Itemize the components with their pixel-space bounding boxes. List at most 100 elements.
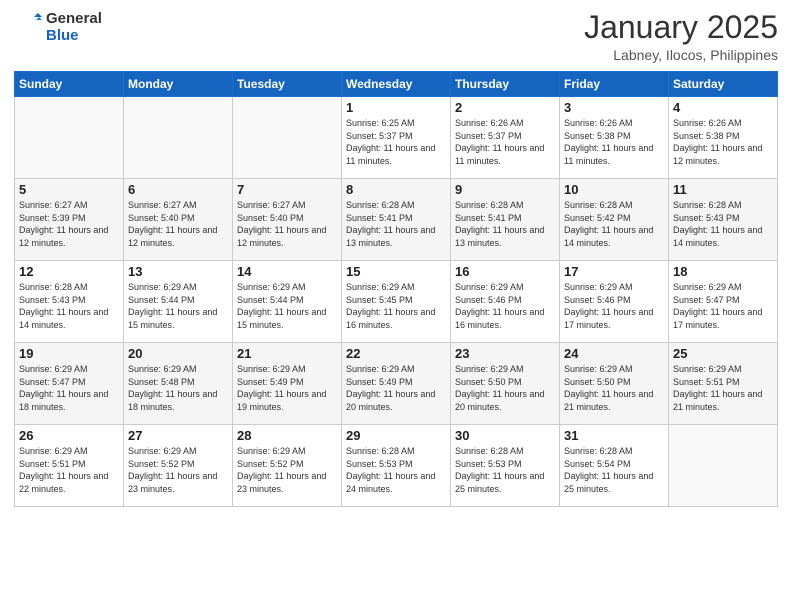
day-info: Sunrise: 6:29 AM Sunset: 5:45 PM Dayligh… [346, 281, 446, 331]
day-number: 30 [455, 428, 555, 443]
day-number: 14 [237, 264, 337, 279]
day-number: 12 [19, 264, 119, 279]
week-row-3: 12 Sunrise: 6:28 AM Sunset: 5:43 PM Dayli… [15, 261, 778, 343]
day-cell-11: 11 Sunrise: 6:28 AM Sunset: 5:43 PM Dayli… [669, 179, 778, 261]
day-info: Sunrise: 6:29 AM Sunset: 5:52 PM Dayligh… [237, 445, 337, 495]
day-cell-3: 3 Sunrise: 6:26 AM Sunset: 5:38 PM Daylig… [560, 97, 669, 179]
day-info: Sunrise: 6:29 AM Sunset: 5:48 PM Dayligh… [128, 363, 228, 413]
logo: General Blue [14, 10, 102, 45]
day-info: Sunrise: 6:26 AM Sunset: 5:38 PM Dayligh… [564, 117, 664, 167]
week-row-4: 19Sunrise: 6:29 AM Sunset: 5:47 PM Dayli… [15, 343, 778, 425]
day-cell-2: 2 Sunrise: 6:26 AM Sunset: 5:37 PM Daylig… [451, 97, 560, 179]
day-cell-22: 22 Sunrise: 6:29 AM Sunset: 5:49 PM Dayli… [342, 343, 451, 425]
day-number: 17 [564, 264, 664, 279]
day-number: 15 [346, 264, 446, 279]
day-info: Sunrise: 6:26 AM Sunset: 5:37 PM Dayligh… [455, 117, 555, 167]
day-number: 31 [564, 428, 664, 443]
day-number: 19 [19, 346, 119, 361]
day-cell-19: 19Sunrise: 6:29 AM Sunset: 5:47 PM Dayli… [15, 343, 124, 425]
logo-text: General Blue [46, 10, 102, 45]
day-number: 25 [673, 346, 773, 361]
page: General Blue January 2025 Labney, Ilocos… [0, 0, 792, 612]
day-info: Sunrise: 6:27 AM Sunset: 5:40 PM Dayligh… [237, 199, 337, 249]
day-cell-13: 13 Sunrise: 6:29 AM Sunset: 5:44 PM Dayli… [124, 261, 233, 343]
day-cell-28: 28 Sunrise: 6:29 AM Sunset: 5:52 PM Dayli… [233, 425, 342, 507]
day-number: 13 [128, 264, 228, 279]
logo-blue: Blue [46, 27, 102, 44]
empty-cell [124, 97, 233, 179]
day-number: 23 [455, 346, 555, 361]
day-number: 11 [673, 182, 773, 197]
day-info: Sunrise: 6:29 AM Sunset: 5:44 PM Dayligh… [128, 281, 228, 331]
day-info: Sunrise: 6:28 AM Sunset: 5:43 PM Dayligh… [19, 281, 119, 331]
day-number: 10 [564, 182, 664, 197]
day-number: 29 [346, 428, 446, 443]
day-info: Sunrise: 6:27 AM Sunset: 5:40 PM Dayligh… [128, 199, 228, 249]
day-cell-17: 17 Sunrise: 6:29 AM Sunset: 5:46 PM Dayli… [560, 261, 669, 343]
day-number: 24 [564, 346, 664, 361]
calendar-body: 1 Sunrise: 6:25 AM Sunset: 5:37 PM Daylig… [15, 97, 778, 507]
day-number: 27 [128, 428, 228, 443]
day-info: Sunrise: 6:29 AM Sunset: 5:46 PM Dayligh… [564, 281, 664, 331]
weekday-thursday: Thursday [451, 72, 560, 97]
day-info: Sunrise: 6:29 AM Sunset: 5:44 PM Dayligh… [237, 281, 337, 331]
day-number: 28 [237, 428, 337, 443]
day-cell-24: 24 Sunrise: 6:29 AM Sunset: 5:50 PM Dayli… [560, 343, 669, 425]
day-number: 22 [346, 346, 446, 361]
day-number: 9 [455, 182, 555, 197]
day-cell-10: 10Sunrise: 6:28 AM Sunset: 5:42 PM Dayli… [560, 179, 669, 261]
day-info: Sunrise: 6:29 AM Sunset: 5:46 PM Dayligh… [455, 281, 555, 331]
day-info: Sunrise: 6:29 AM Sunset: 5:47 PM Dayligh… [673, 281, 773, 331]
location: Labney, Ilocos, Philippines [584, 47, 778, 63]
empty-cell [669, 425, 778, 507]
logo-general: General [46, 10, 102, 27]
day-cell-1: 1 Sunrise: 6:25 AM Sunset: 5:37 PM Daylig… [342, 97, 451, 179]
day-cell-15: 15 Sunrise: 6:29 AM Sunset: 5:45 PM Dayli… [342, 261, 451, 343]
day-cell-7: 7 Sunrise: 6:27 AM Sunset: 5:40 PM Daylig… [233, 179, 342, 261]
month-title: January 2025 [584, 10, 778, 45]
weekday-wednesday: Wednesday [342, 72, 451, 97]
day-cell-14: 14 Sunrise: 6:29 AM Sunset: 5:44 PM Dayli… [233, 261, 342, 343]
weekday-row: SundayMondayTuesdayWednesdayThursdayFrid… [15, 72, 778, 97]
day-info: Sunrise: 6:29 AM Sunset: 5:50 PM Dayligh… [455, 363, 555, 413]
header: General Blue January 2025 Labney, Ilocos… [14, 10, 778, 63]
day-info: Sunrise: 6:29 AM Sunset: 5:50 PM Dayligh… [564, 363, 664, 413]
day-number: 4 [673, 100, 773, 115]
day-cell-29: 29Sunrise: 6:28 AM Sunset: 5:53 PM Dayli… [342, 425, 451, 507]
day-cell-16: 16Sunrise: 6:29 AM Sunset: 5:46 PM Dayli… [451, 261, 560, 343]
day-number: 21 [237, 346, 337, 361]
week-row-1: 1 Sunrise: 6:25 AM Sunset: 5:37 PM Daylig… [15, 97, 778, 179]
day-cell-6: 6Sunrise: 6:27 AM Sunset: 5:40 PM Daylig… [124, 179, 233, 261]
weekday-monday: Monday [124, 72, 233, 97]
day-number: 2 [455, 100, 555, 115]
day-info: Sunrise: 6:29 AM Sunset: 5:51 PM Dayligh… [673, 363, 773, 413]
day-cell-8: 8Sunrise: 6:28 AM Sunset: 5:41 PM Daylig… [342, 179, 451, 261]
calendar: SundayMondayTuesdayWednesdayThursdayFrid… [14, 71, 778, 507]
day-number: 18 [673, 264, 773, 279]
day-info: Sunrise: 6:29 AM Sunset: 5:52 PM Dayligh… [128, 445, 228, 495]
day-cell-20: 20 Sunrise: 6:29 AM Sunset: 5:48 PM Dayli… [124, 343, 233, 425]
day-info: Sunrise: 6:27 AM Sunset: 5:39 PM Dayligh… [19, 199, 119, 249]
day-cell-12: 12 Sunrise: 6:28 AM Sunset: 5:43 PM Dayli… [15, 261, 124, 343]
day-number: 1 [346, 100, 446, 115]
week-row-2: 5Sunrise: 6:27 AM Sunset: 5:39 PM Daylig… [15, 179, 778, 261]
day-info: Sunrise: 6:26 AM Sunset: 5:38 PM Dayligh… [673, 117, 773, 167]
weekday-sunday: Sunday [15, 72, 124, 97]
day-info: Sunrise: 6:28 AM Sunset: 5:54 PM Dayligh… [564, 445, 664, 495]
day-info: Sunrise: 6:29 AM Sunset: 5:49 PM Dayligh… [346, 363, 446, 413]
day-number: 26 [19, 428, 119, 443]
day-info: Sunrise: 6:28 AM Sunset: 5:53 PM Dayligh… [455, 445, 555, 495]
day-number: 20 [128, 346, 228, 361]
day-cell-5: 5Sunrise: 6:27 AM Sunset: 5:39 PM Daylig… [15, 179, 124, 261]
weekday-friday: Friday [560, 72, 669, 97]
day-info: Sunrise: 6:28 AM Sunset: 5:41 PM Dayligh… [455, 199, 555, 249]
day-info: Sunrise: 6:28 AM Sunset: 5:43 PM Dayligh… [673, 199, 773, 249]
day-number: 7 [237, 182, 337, 197]
day-number: 3 [564, 100, 664, 115]
day-info: Sunrise: 6:29 AM Sunset: 5:51 PM Dayligh… [19, 445, 119, 495]
day-info: Sunrise: 6:25 AM Sunset: 5:37 PM Dayligh… [346, 117, 446, 167]
empty-cell [233, 97, 342, 179]
calendar-header: SundayMondayTuesdayWednesdayThursdayFrid… [15, 72, 778, 97]
weekday-tuesday: Tuesday [233, 72, 342, 97]
day-cell-23: 23 Sunrise: 6:29 AM Sunset: 5:50 PM Dayli… [451, 343, 560, 425]
